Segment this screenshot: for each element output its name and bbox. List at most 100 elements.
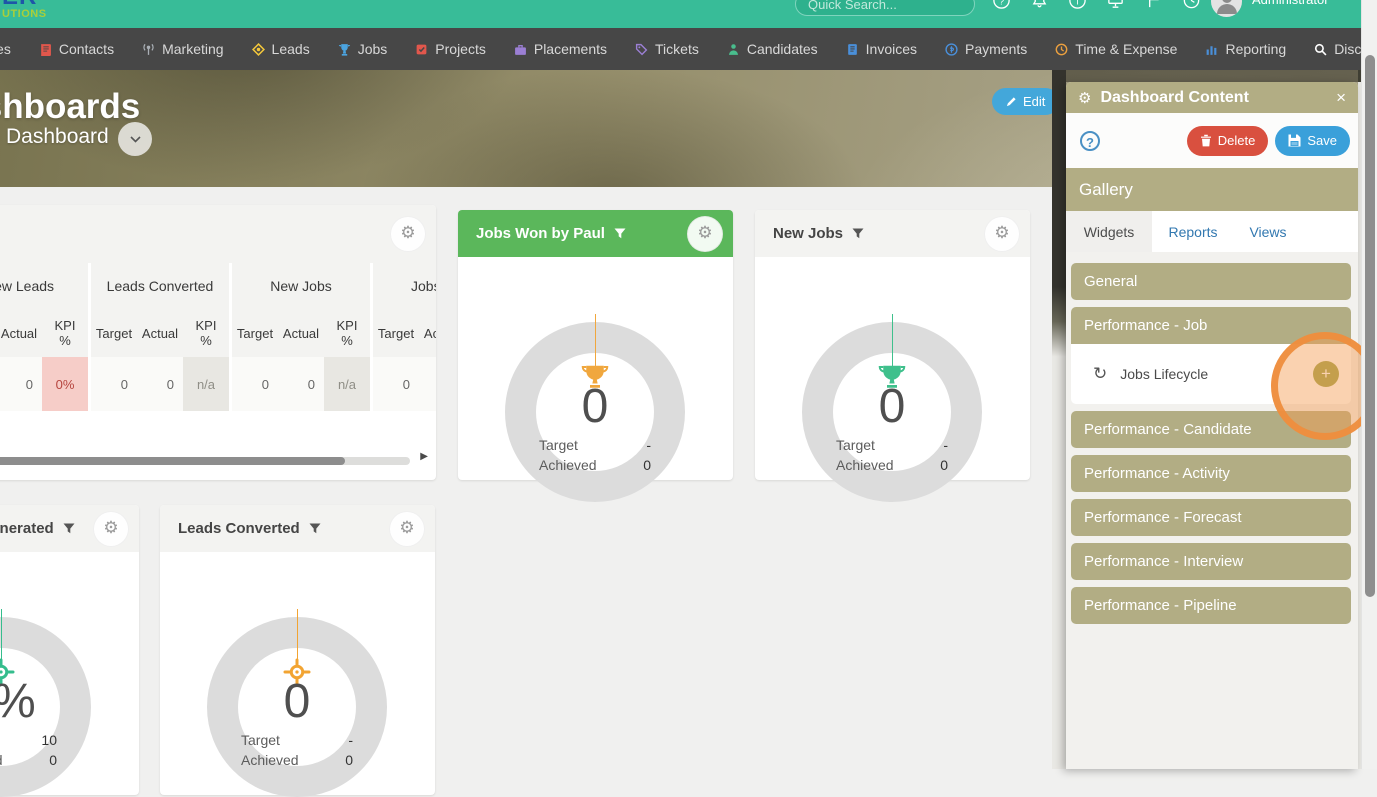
donut-stats: Target10Achieved 0: [0, 730, 57, 770]
nav-item-invoices[interactable]: Invoices: [846, 41, 917, 57]
widget-settings-button[interactable]: ⚙: [93, 510, 129, 547]
nav-item-marketing[interactable]: Marketing: [142, 41, 224, 57]
nav-item-label: Candidates: [746, 41, 818, 57]
widget-settings-button[interactable]: ⚙: [390, 216, 426, 252]
kpi-group-new-jobs: New Jobs Target Actual KPI% 0 0 n/a: [232, 263, 370, 411]
stat-value: 0: [643, 457, 651, 473]
page-title: Dashboards: [0, 87, 141, 126]
scroll-right-arrow[interactable]: ▶: [420, 451, 428, 462]
clock-icon[interactable]: [1182, 0, 1201, 10]
projects-icon: [415, 43, 428, 56]
page-scrollbar[interactable]: [1361, 0, 1377, 769]
backdrop-dim: [1052, 70, 1361, 82]
filter-icon[interactable]: [614, 228, 626, 239]
nav-item-payments[interactable]: Payments: [945, 41, 1027, 57]
donut-value: 0%: [0, 678, 101, 726]
widget-settings-button[interactable]: ⚙: [984, 215, 1020, 252]
donut-value: 0: [878, 380, 906, 433]
kpi-table: New LeadsTargetActualKPI%00%Leads Conver…: [0, 263, 436, 411]
donut-value: 0: [283, 675, 311, 728]
panel-section-performance-interview[interactable]: Performance - Interview: [1071, 543, 1351, 580]
nav-item-leads[interactable]: Leads: [251, 41, 310, 57]
stat-value: 0: [345, 752, 353, 768]
bell-icon[interactable]: [1030, 0, 1049, 10]
panel-section-performance-forecast[interactable]: Performance - Forecast: [1071, 499, 1351, 536]
svg-text:?: ?: [999, 0, 1004, 7]
nav-item-label: Invoices: [865, 41, 918, 57]
widget-settings-button[interactable]: ⚙: [687, 215, 723, 252]
panel-tabs: Widgets Reports Views: [1066, 211, 1358, 252]
donut-stats: Target - Achieved 0: [836, 435, 948, 475]
edit-button[interactable]: Edit: [992, 88, 1060, 115]
placements-icon: [514, 43, 527, 56]
tab-reports[interactable]: Reports: [1152, 211, 1234, 252]
tickets-icon: [635, 43, 648, 56]
quick-search-input[interactable]: [795, 0, 975, 16]
username-label[interactable]: Administrator: [1252, 0, 1329, 7]
main-nav: Companies Contacts Marketing Leads Jobs Proje…: [0, 28, 1377, 70]
panel-section-performance-pipeline[interactable]: Performance - Pipeline: [1071, 587, 1351, 624]
filter-icon[interactable]: [309, 523, 321, 534]
nav-item-companies[interactable]: Companies: [0, 41, 11, 57]
kpi-subheader-row: TargetActualKPI%: [91, 309, 229, 357]
donut-stat-row: Achieved 0: [836, 455, 948, 475]
help-circle-icon[interactable]: ?: [992, 0, 1011, 10]
nav-item-contacts[interactable]: Contacts: [39, 41, 114, 57]
nav-item-label: Projects: [435, 41, 486, 57]
panel-title: Dashboard Content: [1100, 88, 1249, 106]
nav-item-placements[interactable]: Placements: [514, 41, 607, 57]
kpi-subheader-row: TargetActualKPI%: [0, 309, 88, 357]
flag-icon[interactable]: [1144, 0, 1163, 10]
discover-icon: [1314, 43, 1327, 56]
table-scrollbar-thumb[interactable]: [0, 457, 345, 465]
kpi-subheader-row: TargetActualKPI%: [232, 309, 370, 357]
gallery-label: Gallery: [1079, 179, 1133, 199]
tab-views[interactable]: Views: [1234, 211, 1302, 252]
tab-widgets[interactable]: Widgets: [1066, 211, 1152, 252]
contacts-icon: [39, 43, 52, 56]
save-button-label: Save: [1307, 133, 1337, 148]
kpi-table-widget: ⚙ New LeadsTargetActualKPI%00%Leads Conv…: [0, 205, 436, 480]
donut-stat-row: Target10: [0, 730, 57, 750]
donut-value: 0: [581, 380, 609, 433]
donut-stat-row: Achieved 0: [0, 750, 57, 770]
monitor-icon[interactable]: [1106, 0, 1125, 10]
donut-stats: Target - Achieved 0: [241, 730, 353, 770]
stat-label: Achieved: [241, 752, 299, 768]
leads-icon: [251, 42, 265, 56]
kpi-table-widget-header: ⚙: [0, 205, 436, 263]
nav-item-tickets[interactable]: Tickets: [635, 41, 699, 57]
delete-button[interactable]: Delete: [1186, 125, 1269, 156]
nav-item-projects[interactable]: Projects: [415, 41, 486, 57]
kpi-group-label: New Jobs: [232, 263, 370, 309]
svg-text:i: i: [1076, 0, 1078, 7]
avatar[interactable]: [1211, 0, 1242, 17]
nav-item-jobs[interactable]: Jobs: [338, 41, 387, 57]
kpi-cell: n/a: [183, 357, 229, 411]
page-scrollbar-thumb[interactable]: [1365, 55, 1375, 597]
payments-icon: [945, 42, 958, 56]
table-horizontal-scrollbar[interactable]: [0, 457, 410, 465]
table-row: 0 0 n/a: [232, 357, 370, 411]
nav-item-time-expense[interactable]: Time & Expense: [1055, 41, 1177, 57]
save-button[interactable]: Save: [1275, 125, 1350, 156]
dashboard-switcher-button[interactable]: [118, 122, 152, 156]
chevron-down-icon: [129, 135, 141, 143]
widget-settings-button[interactable]: ⚙: [389, 510, 425, 547]
kpi-cell: 0: [307, 376, 315, 392]
nav-item-candidates[interactable]: Candidates: [727, 41, 818, 57]
panel-section-general[interactable]: General: [1071, 263, 1351, 300]
filter-icon[interactable]: [852, 228, 864, 239]
filter-icon[interactable]: [63, 523, 75, 534]
trash-icon: [1200, 134, 1211, 147]
help-icon[interactable]: ?: [1080, 130, 1100, 151]
nav-item-reporting[interactable]: Reporting: [1205, 41, 1286, 57]
kpi-column-header: Actual: [141, 325, 179, 341]
close-icon[interactable]: ×: [1336, 89, 1346, 106]
leads-generated-widget: Leads Generated ⚙ 0% Target10Achieved 0: [0, 505, 139, 797]
kpi-cell: 0%: [42, 357, 88, 411]
stat-label: Target: [241, 732, 280, 748]
panel-section-performance-activity[interactable]: Performance - Activity: [1071, 455, 1351, 492]
info-circle-icon[interactable]: i: [1068, 0, 1087, 10]
widget-gallery-item-label[interactable]: Jobs Lifecycle: [1120, 366, 1208, 382]
